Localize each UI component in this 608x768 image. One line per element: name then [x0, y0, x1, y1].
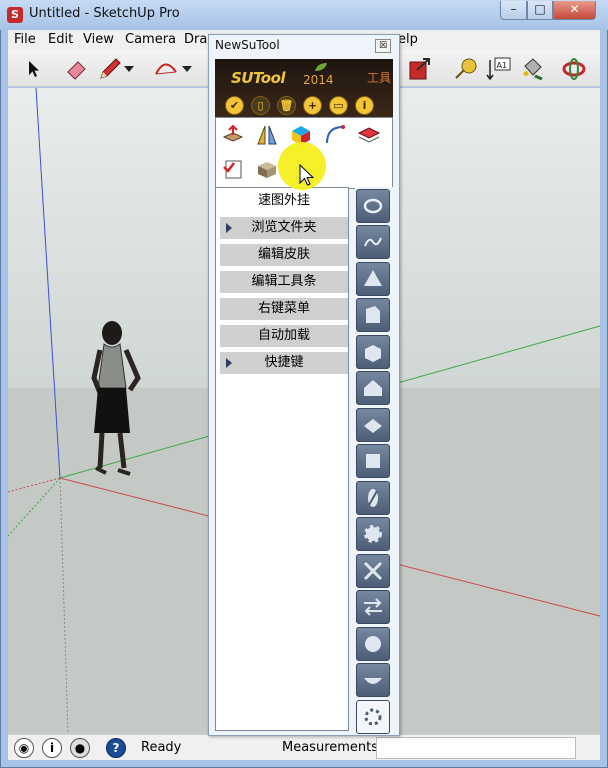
- dish-icon[interactable]: [356, 663, 390, 697]
- submenu-arrow-icon: [226, 358, 232, 368]
- box-icon[interactable]: [254, 156, 280, 182]
- flatten-icon[interactable]: [356, 408, 390, 442]
- menu-label: 自动加载: [257, 328, 310, 343]
- menu-label: 浏览文件夹: [251, 220, 317, 235]
- newsutool-panel: NewSuTool ☒ SUTool 2014 工具 ✔ ▯ 🗑 + ▭ i 速…: [208, 34, 400, 736]
- sketchup-logo-icon: S: [7, 7, 23, 23]
- side-button-column: [355, 187, 393, 734]
- trash-icon[interactable]: 🗑: [277, 96, 296, 115]
- house-icon[interactable]: [356, 371, 390, 405]
- geo-location-icon[interactable]: ◉: [14, 738, 34, 758]
- minimize-button[interactable]: –: [500, 1, 527, 20]
- menu-view[interactable]: View: [83, 32, 114, 47]
- orbit-icon[interactable]: [560, 55, 588, 83]
- measurements-label: Measurements: [282, 740, 379, 755]
- tools-icon[interactable]: [356, 554, 390, 588]
- settings-gear-icon[interactable]: [356, 700, 390, 734]
- pencil-dropdown-icon[interactable]: [122, 55, 136, 83]
- scale-figure[interactable]: [91, 321, 141, 476]
- menu-label: 编辑皮肤: [257, 247, 310, 262]
- info-circle-icon[interactable]: i: [355, 96, 374, 115]
- layers-icon[interactable]: [356, 122, 382, 148]
- select-arrow-icon[interactable]: [20, 55, 48, 83]
- panel-close-button[interactable]: ☒: [375, 39, 391, 53]
- add-icon[interactable]: +: [303, 96, 322, 115]
- menu-file[interactable]: File: [14, 32, 36, 47]
- layers-3d-icon[interactable]: [356, 444, 390, 478]
- maximize-button[interactable]: □: [527, 1, 553, 20]
- brand-tag: 工具: [367, 71, 392, 85]
- submenu-arrow-icon: [226, 223, 232, 233]
- clipboard-icon[interactable]: ▯: [251, 96, 270, 115]
- menu-label: 右键菜单: [257, 301, 310, 316]
- blue-axis: [35, 88, 61, 479]
- menu-camera[interactable]: Camera: [125, 32, 176, 47]
- eraser-icon[interactable]: [62, 55, 90, 83]
- menu-speed-plugin[interactable]: 速图外挂: [220, 190, 348, 212]
- menu-browse-folder[interactable]: 浏览文件夹: [220, 217, 348, 239]
- pencil-line-icon[interactable]: [96, 55, 124, 83]
- measurements-input[interactable]: [376, 737, 576, 759]
- export-icon[interactable]: [406, 55, 434, 83]
- leaf-icon: [315, 63, 327, 71]
- menu-label: 快捷键: [264, 355, 304, 370]
- menu-context-menu[interactable]: 右键菜单: [220, 298, 348, 320]
- help-icon[interactable]: ?: [106, 738, 126, 758]
- brand-logo: SUTool: [231, 69, 286, 87]
- blue-axis-negative: [59, 477, 69, 734]
- menu-label: 速图外挂: [257, 193, 310, 208]
- pyramid-icon[interactable]: [356, 262, 390, 296]
- text-tool-caption: A1: [497, 61, 508, 70]
- curve-icon[interactable]: [322, 122, 348, 148]
- menu-shortcuts[interactable]: 快捷键: [220, 352, 348, 374]
- arc-dropdown-icon[interactable]: [180, 55, 194, 83]
- gear-icon[interactable]: [356, 517, 390, 551]
- slice-icon[interactable]: [356, 481, 390, 515]
- sutool-banner: SUTool 2014 工具 ✔ ▯ 🗑 + ▭ i: [215, 59, 393, 117]
- prism-icon[interactable]: [356, 298, 390, 332]
- info-icon[interactable]: i: [42, 738, 62, 758]
- brand-year: 2014: [303, 73, 334, 87]
- menu-edit[interactable]: Edit: [48, 32, 73, 47]
- close-button[interactable]: ✕: [553, 1, 596, 20]
- red-axis-negative: [8, 477, 61, 493]
- checklist-icon[interactable]: [220, 156, 246, 182]
- orbit-ring-icon[interactable]: [356, 189, 390, 223]
- mouse-cursor-icon: [299, 164, 314, 186]
- mirror-icon[interactable]: [254, 122, 280, 148]
- sphere-icon[interactable]: [356, 627, 390, 661]
- status-bar: ◉ i ● ? Ready Measurements: [8, 734, 600, 760]
- push-pull-icon[interactable]: [220, 122, 246, 148]
- plugin-menu: 速图外挂 浏览文件夹 编辑皮肤 编辑工具条 右键菜单 自动加载 快捷键: [215, 187, 349, 731]
- status-text: Ready: [141, 740, 182, 755]
- arrows-icon[interactable]: [356, 590, 390, 624]
- box-3d-icon[interactable]: [356, 335, 390, 369]
- menu-draw[interactable]: Dra: [184, 32, 207, 47]
- green-axis-negative: [8, 477, 61, 537]
- menu-help[interactable]: elp: [398, 32, 418, 47]
- window-title: Untitled - SketchUp Pro: [29, 6, 180, 21]
- text-label-icon[interactable]: A1: [484, 55, 512, 83]
- window-icon[interactable]: ▭: [329, 96, 348, 115]
- tape-measure-icon[interactable]: [452, 55, 480, 83]
- user-icon[interactable]: ●: [70, 738, 90, 758]
- menu-edit-skin[interactable]: 编辑皮肤: [220, 244, 348, 266]
- panel-title: NewSuTool: [215, 38, 280, 52]
- paint-bucket-icon[interactable]: [518, 55, 546, 83]
- arc-icon[interactable]: [152, 55, 180, 83]
- confirm-icon[interactable]: ✔: [225, 96, 244, 115]
- wave-icon[interactable]: [356, 225, 390, 259]
- title-bar[interactable]: S Untitled - SketchUp Pro – □ ✕: [0, 0, 608, 30]
- menu-auto-load[interactable]: 自动加载: [220, 325, 348, 347]
- menu-edit-toolbar[interactable]: 编辑工具条: [220, 271, 348, 293]
- menu-label: 编辑工具条: [251, 274, 317, 289]
